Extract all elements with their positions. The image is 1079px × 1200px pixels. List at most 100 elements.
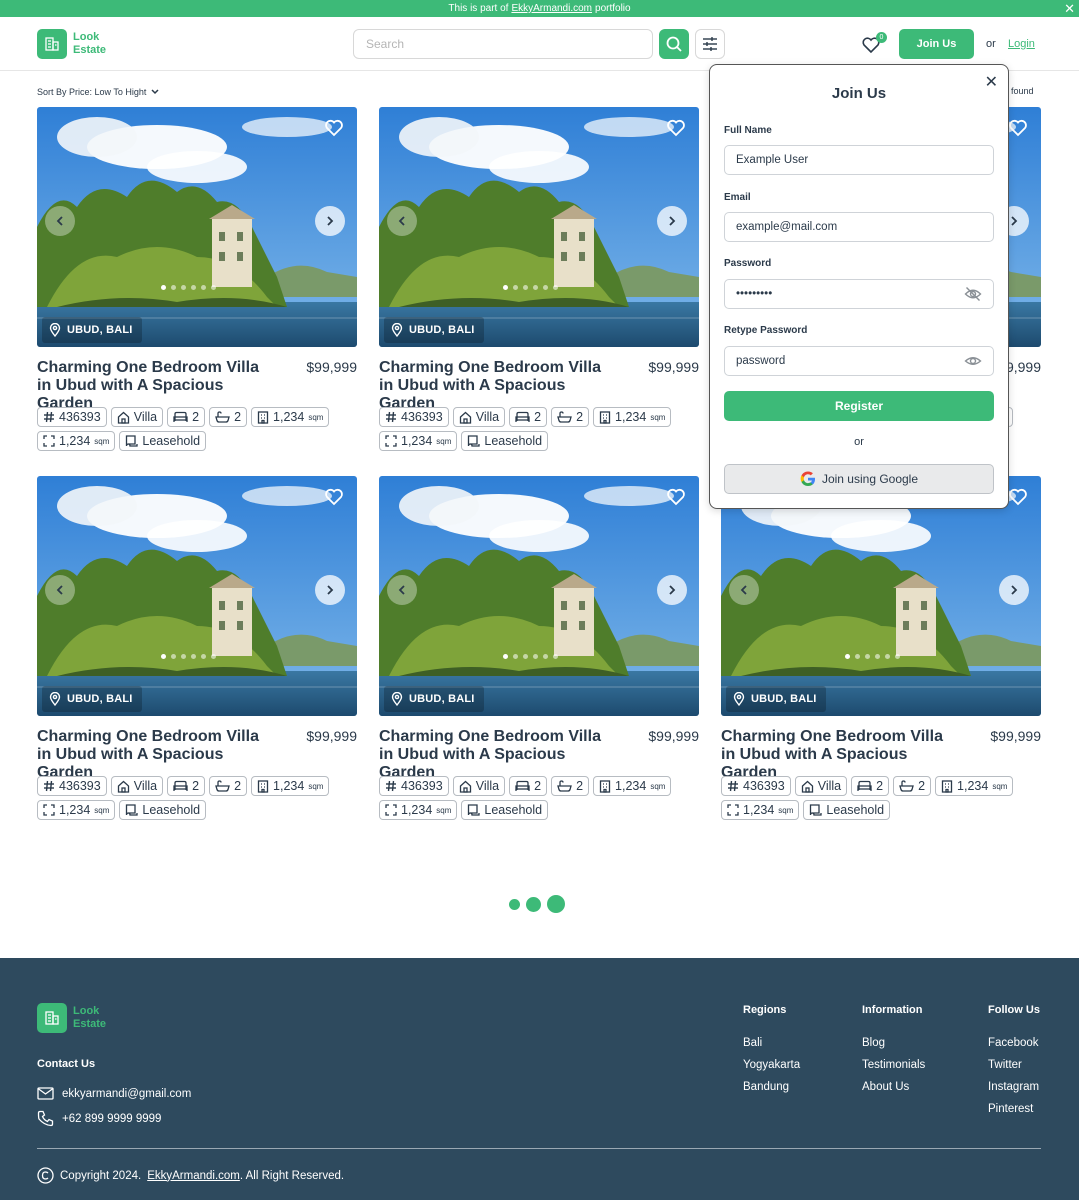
photo-dot[interactable] (533, 285, 538, 290)
favorite-heart-icon[interactable] (665, 117, 687, 139)
bathtub-icon (215, 780, 230, 792)
photo-dot[interactable] (875, 654, 880, 659)
photo-dot[interactable] (553, 654, 558, 659)
banner-portfolio-link[interactable]: EkkyArmandi.com (511, 3, 592, 14)
listing-card[interactable]: UBUD, BALI Charming One Bedroom Villa in… (37, 107, 357, 457)
follow-link-facebook[interactable]: Facebook (988, 1037, 1040, 1051)
prev-photo-button[interactable] (387, 206, 417, 236)
contact-email[interactable]: ekkyarmandi@gmail.com (37, 1087, 191, 1100)
register-button[interactable]: Register (724, 391, 994, 421)
info-link-testimonials[interactable]: Testimonials (862, 1059, 925, 1073)
photo-dot[interactable] (201, 654, 206, 659)
login-link[interactable]: Login (1008, 38, 1035, 50)
follow-link-twitter[interactable]: Twitter (988, 1059, 1040, 1073)
contact-phone[interactable]: +62 899 9999 9999 (37, 1110, 161, 1127)
prev-photo-button[interactable] (729, 575, 759, 605)
banner-close-icon[interactable]: ✕ (1064, 0, 1075, 17)
favorite-heart-icon[interactable] (665, 486, 687, 508)
favorite-heart-icon[interactable] (323, 486, 345, 508)
search-button[interactable] (659, 29, 689, 59)
info-link-blog[interactable]: Blog (862, 1037, 925, 1051)
photo-dot[interactable] (161, 654, 166, 659)
photo-dot[interactable] (855, 654, 860, 659)
filter-button[interactable] (695, 29, 725, 59)
photo-dot[interactable] (201, 285, 206, 290)
photo-dot[interactable] (161, 285, 166, 290)
listing-photo[interactable]: UBUD, BALI (379, 107, 699, 347)
photo-dot[interactable] (211, 654, 216, 659)
favorite-heart-icon[interactable] (1007, 486, 1029, 508)
listing-card[interactable]: UBUD, BALI Charming One Bedroom Villa in… (721, 476, 1041, 826)
photo-dot[interactable] (513, 654, 518, 659)
listing-photo[interactable]: UBUD, BALI (37, 107, 357, 347)
location-badge: UBUD, BALI (384, 317, 484, 343)
next-photo-button[interactable] (657, 206, 687, 236)
listing-card[interactable]: UBUD, BALI Charming One Bedroom Villa in… (37, 476, 357, 826)
photo-dot[interactable] (191, 654, 196, 659)
prev-photo-button[interactable] (45, 575, 75, 605)
tenure-tag: Leasehold (803, 800, 891, 820)
listing-photo[interactable]: UBUD, BALI (37, 476, 357, 716)
follow-link-instagram[interactable]: Instagram (988, 1081, 1040, 1095)
join-us-button[interactable]: Join Us (899, 29, 974, 59)
search-input[interactable] (353, 29, 653, 59)
email-field[interactable] (724, 212, 994, 242)
photo-dot[interactable] (523, 285, 528, 290)
photo-dot[interactable] (503, 285, 508, 290)
chevron-down-icon (151, 89, 159, 95)
photo-dot[interactable] (865, 654, 870, 659)
region-link-bali[interactable]: Bali (743, 1037, 800, 1051)
footer-brand-logo[interactable]: Look Estate (37, 1003, 106, 1033)
photo-dot[interactable] (543, 285, 548, 290)
info-link-about[interactable]: About Us (862, 1081, 925, 1095)
listing-title[interactable]: Charming One Bedroom Villa in Ubud with … (379, 728, 619, 782)
photo-dot[interactable] (885, 654, 890, 659)
photo-dot[interactable] (553, 285, 558, 290)
photo-dot[interactable] (543, 654, 548, 659)
next-photo-button[interactable] (999, 575, 1029, 605)
brand-logo[interactable]: Look Estate (37, 29, 106, 59)
region-link-bandung[interactable]: Bandung (743, 1081, 800, 1095)
listing-title[interactable]: Charming One Bedroom Villa in Ubud with … (37, 359, 277, 413)
page-dot-3-active[interactable] (547, 895, 565, 913)
photo-dot[interactable] (181, 285, 186, 290)
listing-photo[interactable]: UBUD, BALI (721, 476, 1041, 716)
follow-link-pinterest[interactable]: Pinterest (988, 1103, 1040, 1117)
listing-card[interactable]: UBUD, BALI Charming One Bedroom Villa in… (379, 476, 699, 826)
favorite-heart-icon[interactable] (323, 117, 345, 139)
listing-photo[interactable]: UBUD, BALI (379, 476, 699, 716)
favorite-heart-icon[interactable] (1007, 117, 1029, 139)
photo-dot[interactable] (191, 285, 196, 290)
region-link-yogyakarta[interactable]: Yogyakarta (743, 1059, 800, 1073)
sort-dropdown[interactable]: Sort By Price: Low To Hight (37, 87, 160, 97)
photo-dot[interactable] (171, 285, 176, 290)
next-photo-button[interactable] (657, 575, 687, 605)
photo-dot[interactable] (523, 654, 528, 659)
photo-dot[interactable] (845, 654, 850, 659)
photo-dot[interactable] (211, 285, 216, 290)
retype-password-field[interactable] (724, 346, 994, 376)
listing-title[interactable]: Charming One Bedroom Villa in Ubud with … (721, 728, 961, 782)
listing-title[interactable]: Charming One Bedroom Villa in Ubud with … (379, 359, 619, 413)
password-field[interactable] (724, 279, 994, 309)
favorites-button[interactable]: 0 (861, 32, 887, 56)
prev-photo-button[interactable] (387, 575, 417, 605)
copyright-link[interactable]: EkkyArmandi.com (147, 1170, 240, 1182)
full-name-field[interactable] (724, 145, 994, 175)
photo-dot[interactable] (513, 285, 518, 290)
page-dot-1[interactable] (509, 898, 520, 910)
photo-dot[interactable] (503, 654, 508, 659)
next-photo-button[interactable] (315, 575, 345, 605)
photo-dot[interactable] (181, 654, 186, 659)
prev-photo-button[interactable] (45, 206, 75, 236)
photo-dot[interactable] (171, 654, 176, 659)
eye-icon[interactable] (964, 352, 982, 370)
listing-card[interactable]: UBUD, BALI Charming One Bedroom Villa in… (379, 107, 699, 457)
eye-off-icon[interactable] (964, 285, 982, 303)
photo-dot[interactable] (533, 654, 538, 659)
google-join-button[interactable]: Join using Google (724, 464, 994, 494)
page-dot-2[interactable] (526, 896, 541, 912)
next-photo-button[interactable] (315, 206, 345, 236)
photo-dot[interactable] (895, 654, 900, 659)
listing-title[interactable]: Charming One Bedroom Villa in Ubud with … (37, 728, 277, 782)
